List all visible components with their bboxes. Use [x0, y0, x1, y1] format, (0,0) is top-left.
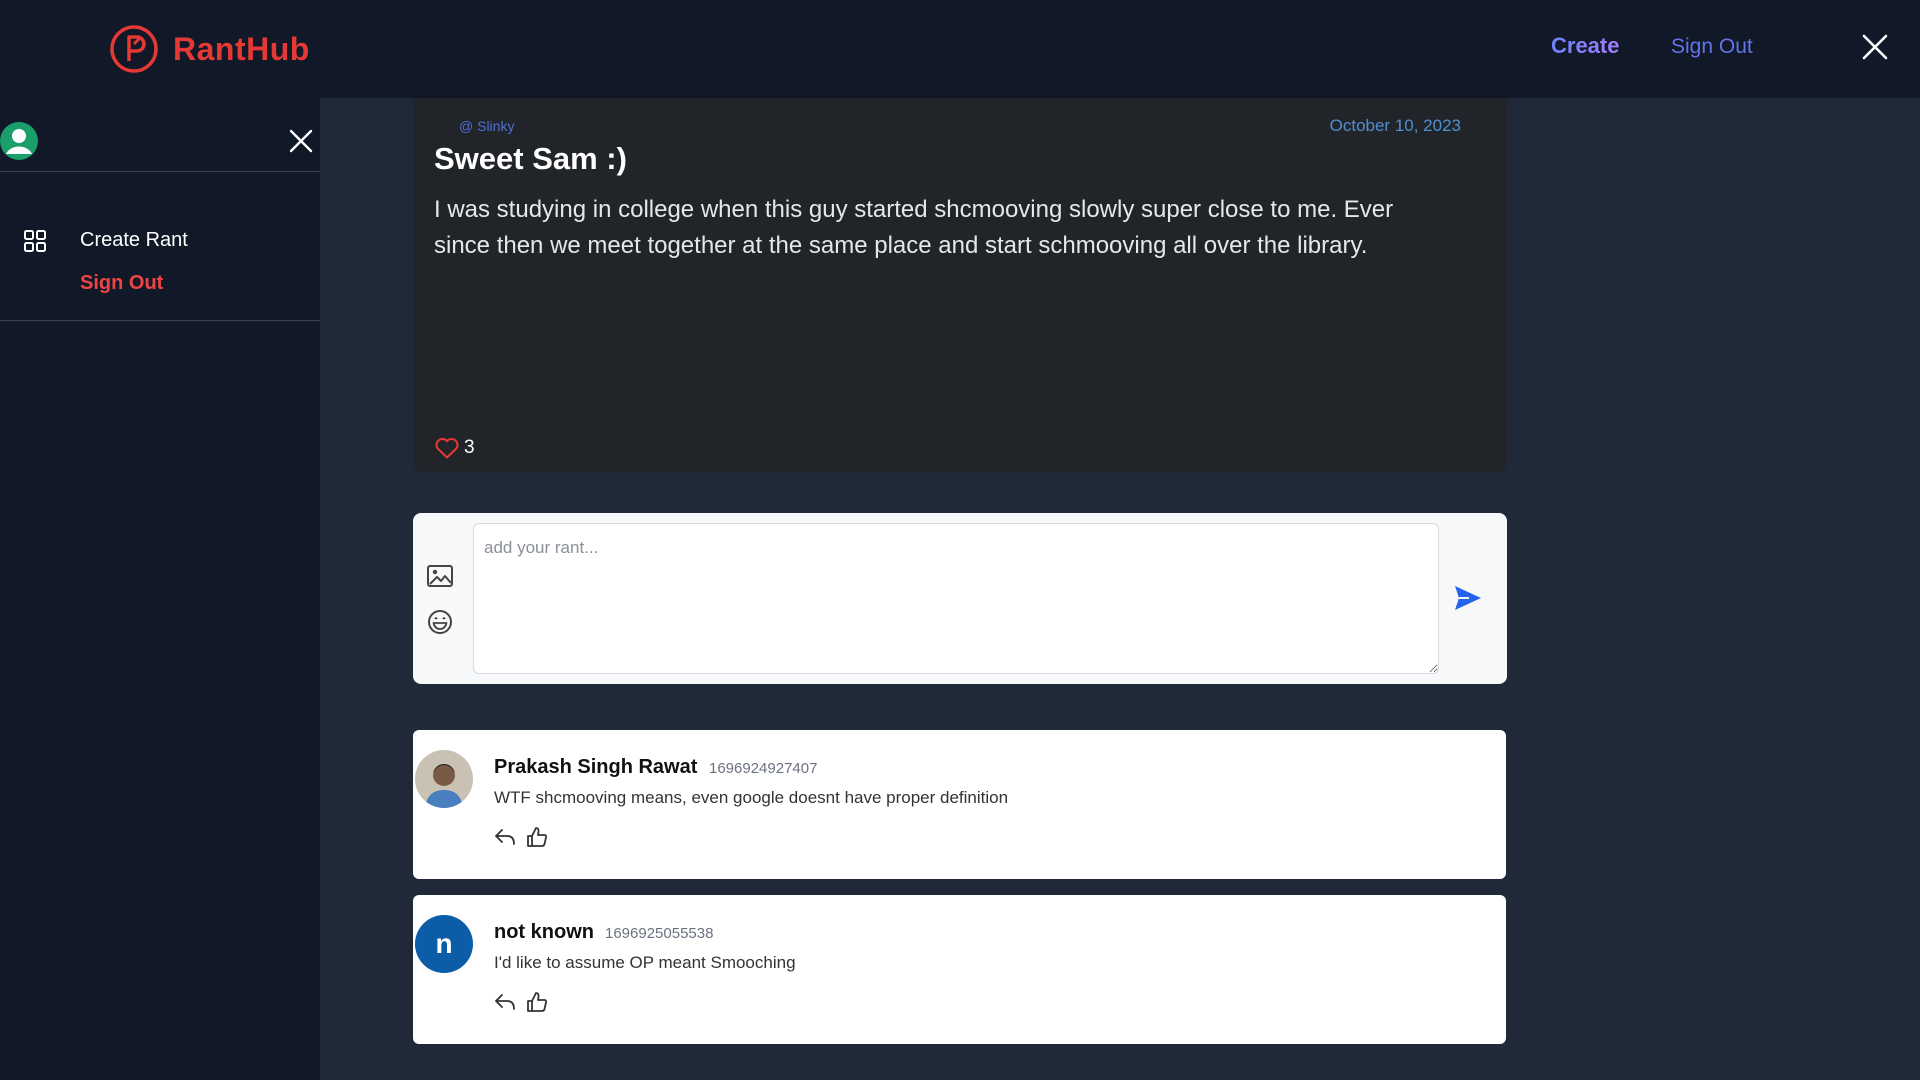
- ranthub-logo-icon: [110, 25, 158, 73]
- user-avatar-icon[interactable]: [0, 122, 38, 160]
- sidebar-header: [0, 98, 320, 172]
- thumbs-up-icon[interactable]: [525, 825, 549, 849]
- sidebar-menu: Create Rant Sign Out: [0, 172, 320, 321]
- top-navbar: RantHub Create Sign Out: [0, 0, 1920, 98]
- commenter-avatar: n: [415, 915, 473, 973]
- post-author[interactable]: @ Slinky: [459, 118, 514, 134]
- close-icon[interactable]: [1860, 32, 1890, 62]
- rant-input[interactable]: [473, 523, 1439, 674]
- post-card: @ Slinky October 10, 2023 Sweet Sam :) I…: [413, 98, 1507, 472]
- image-icon[interactable]: [426, 563, 454, 589]
- avatar-photo-icon: [415, 750, 473, 808]
- post-date: October 10, 2023: [1329, 116, 1461, 135]
- rant-composer: [413, 513, 1507, 684]
- grid-icon: [24, 230, 46, 252]
- reply-icon[interactable]: [493, 826, 517, 848]
- brand[interactable]: RantHub: [109, 24, 310, 74]
- like-count: 3: [464, 437, 475, 458]
- reply-icon[interactable]: [493, 991, 517, 1013]
- heart-icon: [435, 438, 459, 459]
- nav-signout-link[interactable]: Sign Out: [1671, 35, 1753, 59]
- comment-text: WTF shcmooving means, even google doesnt…: [494, 788, 1009, 807]
- emoji-icon[interactable]: [426, 608, 454, 636]
- send-icon[interactable]: [1453, 584, 1483, 612]
- thumbs-up-icon[interactable]: [525, 990, 549, 1014]
- sidebar-item-create-rant[interactable]: Create Rant: [80, 229, 188, 252]
- comment-item: Prakash Singh Rawat 1696924927407 WTF sh…: [413, 730, 1506, 879]
- comment-text: I'd like to assume OP meant Smooching: [494, 953, 796, 972]
- post-like-button[interactable]: 3: [434, 436, 475, 460]
- comment-item: n not known 1696925055538 I'd like to as…: [413, 895, 1506, 1044]
- comment-timestamp: 1696925055538: [605, 925, 714, 942]
- sidebar-close-icon[interactable]: [288, 128, 314, 154]
- brand-name: RantHub: [173, 30, 310, 67]
- commenter-avatar: [415, 750, 473, 808]
- post-title: Sweet Sam :): [434, 141, 627, 176]
- post-body: I was studying in college when this guy …: [434, 196, 1394, 259]
- sidebar: Create Rant Sign Out: [0, 98, 320, 1080]
- sidebar-item-sign-out[interactable]: Sign Out: [80, 272, 163, 295]
- nav-create-link[interactable]: Create: [1551, 33, 1619, 59]
- commenter-name: not known: [494, 921, 594, 943]
- comment-timestamp: 1696924927407: [709, 760, 818, 777]
- commenter-name: Prakash Singh Rawat: [494, 756, 698, 778]
